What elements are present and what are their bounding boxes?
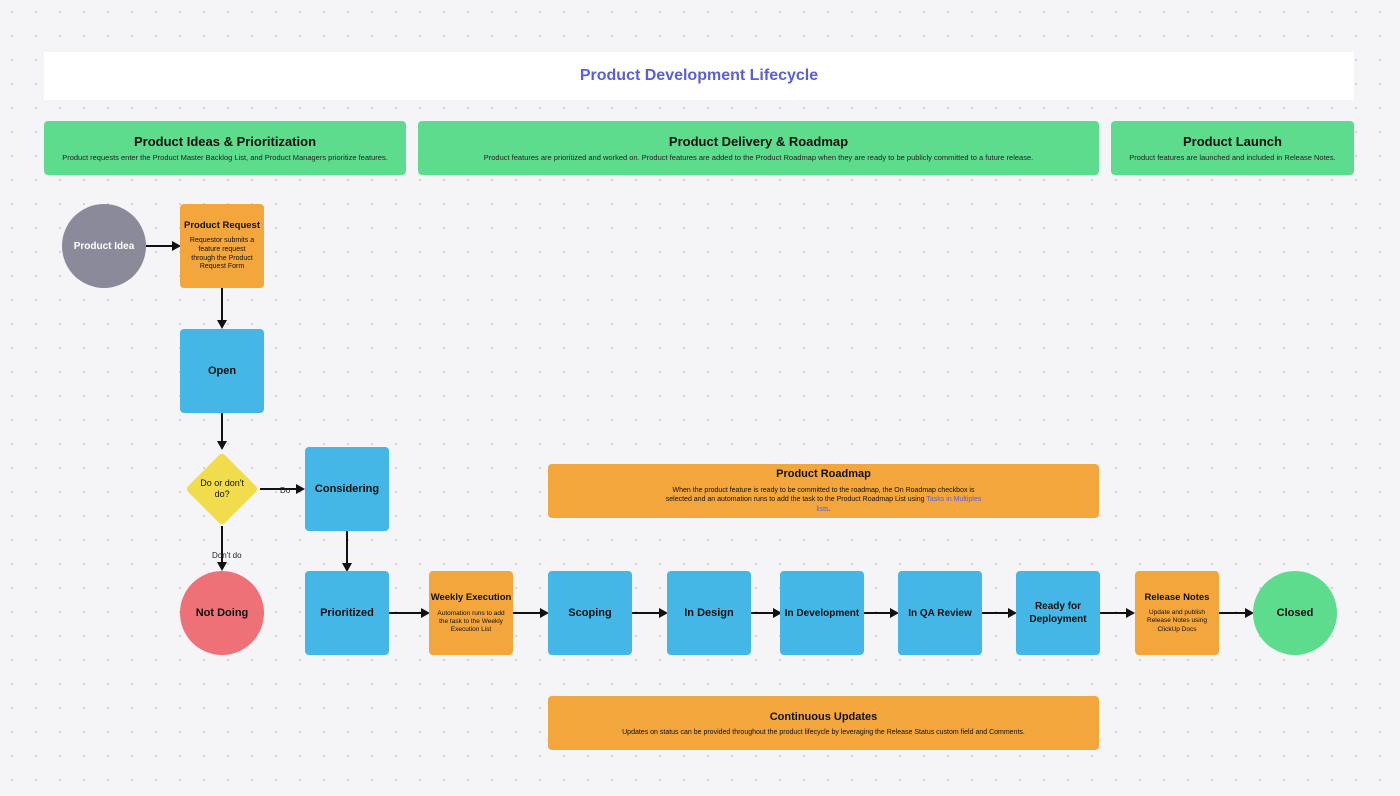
arrow-decision-considering-head (296, 484, 305, 494)
node-product-request-desc: Requestor submits a feature request thro… (180, 237, 264, 272)
node-in-qa-label: In QA Review (908, 608, 972, 619)
node-product-request: Product Request Requestor submits a feat… (180, 204, 264, 288)
arrow-open-decision-head (217, 441, 227, 450)
arrow-weekly-scoping (513, 612, 540, 614)
node-open-label: Open (208, 365, 236, 377)
node-scoping: Scoping (548, 571, 632, 655)
node-not-doing: Not Doing (180, 571, 264, 655)
title-bar: Product Development Lifecycle (44, 52, 1354, 100)
box-continuous-title: Continuous Updates (770, 711, 878, 723)
node-in-design: In Design (667, 571, 751, 655)
phase-ideas-title: Product Ideas & Prioritization (134, 134, 316, 149)
node-weekly-desc: Automation runs to add the task to the W… (429, 610, 513, 634)
arrow-ready-release-head (1126, 608, 1135, 618)
label-do: Do (280, 486, 290, 495)
arrow-design-dev (751, 612, 773, 614)
box-roadmap-title: Product Roadmap (776, 468, 871, 480)
phase-delivery: Product Delivery & Roadmap Product featu… (418, 121, 1099, 175)
arrow-request-open (221, 288, 223, 320)
box-roadmap: Product Roadmap When the product feature… (548, 464, 1099, 518)
phase-delivery-title: Product Delivery & Roadmap (669, 134, 848, 149)
node-in-dev: In Development (780, 571, 864, 655)
arrow-qa-ready (982, 612, 1008, 614)
arrow-scoping-design (632, 612, 659, 614)
label-dont: Don't do (212, 551, 242, 560)
arrow-request-open-head (217, 320, 227, 329)
box-continuous: Continuous Updates Updates on status can… (548, 696, 1099, 750)
node-considering: Considering (305, 447, 389, 531)
node-prioritized: Prioritized (305, 571, 389, 655)
node-in-dev-label: In Development (785, 608, 859, 619)
arrow-decision-considering (260, 488, 296, 490)
arrow-ready-release (1100, 612, 1126, 614)
node-release-notes: Release Notes Update and publish Release… (1135, 571, 1219, 655)
arrow-dev-qa (864, 612, 890, 614)
box-roadmap-body: When the product feature is ready to be … (664, 486, 984, 514)
box-continuous-desc: Updates on status can be provided throug… (622, 729, 1025, 736)
node-closed-label: Closed (1277, 607, 1314, 619)
node-considering-label: Considering (315, 483, 379, 495)
box-roadmap-body-post: . (829, 506, 831, 513)
arrow-prioritized-weekly (389, 612, 421, 614)
phase-delivery-desc: Product features are prioritized and wor… (484, 153, 1033, 162)
phase-ideas-desc: Product requests enter the Product Maste… (62, 153, 388, 162)
arrow-considering-prioritized (346, 531, 348, 563)
node-open: Open (180, 329, 264, 413)
arrow-release-closed (1219, 612, 1245, 614)
node-product-idea: Product Idea (62, 204, 146, 288)
node-product-request-title: Product Request (184, 220, 260, 231)
arrow-open-decision (221, 413, 223, 441)
phase-ideas: Product Ideas & Prioritization Product r… (44, 121, 406, 175)
node-scoping-label: Scoping (568, 607, 611, 619)
node-ready-deploy: Ready for Deployment (1016, 571, 1100, 655)
phase-launch: Product Launch Product features are laun… (1111, 121, 1354, 175)
arrow-decision-notdoing-head (217, 562, 227, 571)
node-prioritized-label: Prioritized (320, 607, 374, 619)
node-decision-label: Do or don't do? (196, 478, 248, 500)
node-product-idea-label: Product Idea (74, 241, 135, 252)
phase-launch-title: Product Launch (1183, 134, 1282, 149)
node-release-notes-desc: Update and publish Release Notes using C… (1135, 609, 1219, 633)
node-not-doing-label: Not Doing (196, 607, 249, 619)
node-in-design-label: In Design (684, 607, 734, 619)
node-in-qa: In QA Review (898, 571, 982, 655)
arrow-idea-request (146, 245, 172, 247)
diagram-title: Product Development Lifecycle (580, 67, 818, 85)
node-ready-deploy-label: Ready for Deployment (1022, 600, 1094, 626)
node-weekly: Weekly Execution Automation runs to add … (429, 571, 513, 655)
phase-launch-desc: Product features are launched and includ… (1129, 153, 1335, 162)
node-release-notes-title: Release Notes (1145, 592, 1210, 603)
node-weekly-title: Weekly Execution (431, 592, 512, 603)
node-decision: Do or don't do? (185, 452, 259, 526)
node-closed: Closed (1253, 571, 1337, 655)
